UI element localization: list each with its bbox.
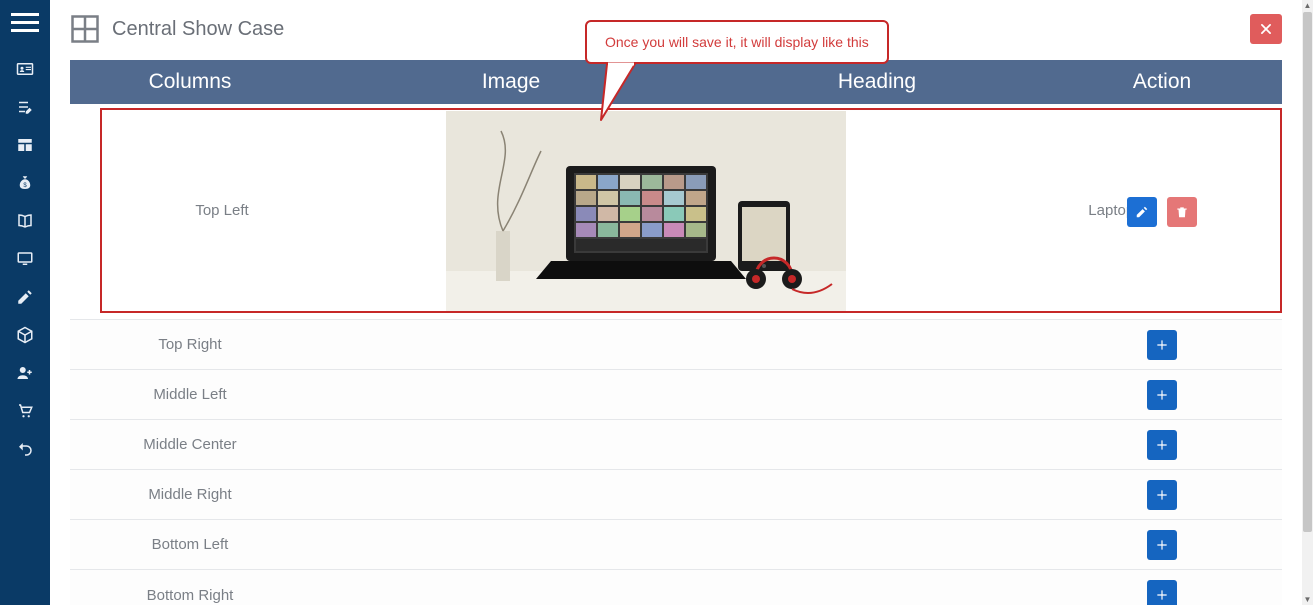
- id-card-icon[interactable]: [0, 50, 50, 88]
- cell-column: Top Left: [102, 110, 342, 311]
- delete-button[interactable]: [1167, 197, 1197, 227]
- showcase-table: Columns Image Heading Action Top Left: [70, 60, 1282, 605]
- grid-icon: [70, 14, 100, 44]
- monitor-icon[interactable]: [0, 240, 50, 278]
- add-button[interactable]: [1147, 430, 1177, 460]
- table-row: Middle Center: [70, 420, 1282, 470]
- th-columns: Columns: [70, 70, 310, 94]
- add-button[interactable]: [1147, 480, 1177, 510]
- compose-icon[interactable]: [0, 278, 50, 316]
- cell-action: [1042, 370, 1282, 419]
- table-row: Bottom Right: [70, 570, 1282, 605]
- cell-column: Bottom Left: [70, 520, 310, 569]
- cell-column: Top Right: [70, 320, 310, 369]
- table-row: Middle Right: [70, 470, 1282, 520]
- annotation-callout: Once you will save it, it will display l…: [585, 20, 889, 64]
- table-row: Top Right: [70, 320, 1282, 370]
- main-content: Central Show Case Columns Image Heading …: [50, 0, 1302, 605]
- cell-image: [310, 520, 712, 569]
- cell-action: [1042, 470, 1282, 519]
- close-button[interactable]: [1250, 14, 1282, 44]
- cell-heading: [712, 470, 1042, 519]
- th-action: Action: [1042, 70, 1282, 94]
- edit-list-icon[interactable]: [0, 88, 50, 126]
- cell-heading: [712, 570, 1042, 605]
- cell-action: [1042, 520, 1282, 569]
- page-title: Central Show Case: [112, 18, 284, 41]
- cell-column: Middle Left: [70, 370, 310, 419]
- th-heading: Heading: [712, 70, 1042, 94]
- table-body: Top Left: [70, 104, 1282, 605]
- callout-text: Once you will save it, it will display l…: [585, 20, 889, 64]
- showcase-thumbnail: [446, 111, 846, 311]
- cell-heading: [712, 320, 1042, 369]
- scroll-down-icon[interactable]: ▼: [1302, 594, 1313, 605]
- table-header: Columns Image Heading Action: [70, 60, 1282, 104]
- box-icon[interactable]: [0, 316, 50, 354]
- cell-heading: [712, 420, 1042, 469]
- cell-action: [1042, 570, 1282, 605]
- cart-icon[interactable]: [0, 392, 50, 430]
- layout-icon[interactable]: [0, 126, 50, 164]
- add-button[interactable]: [1147, 330, 1177, 360]
- money-bag-icon[interactable]: $: [0, 164, 50, 202]
- cell-column: Middle Right: [70, 470, 310, 519]
- cell-image: [310, 470, 712, 519]
- undo-icon[interactable]: [0, 430, 50, 468]
- cell-image: [310, 370, 712, 419]
- edit-button[interactable]: [1127, 197, 1157, 227]
- user-add-icon[interactable]: [0, 354, 50, 392]
- cell-column: Bottom Right: [70, 570, 310, 605]
- add-button[interactable]: [1147, 530, 1177, 560]
- scroll-thumb[interactable]: [1303, 12, 1312, 532]
- add-button[interactable]: [1147, 380, 1177, 410]
- menu-icon[interactable]: [7, 8, 43, 36]
- cell-image: [310, 320, 712, 369]
- cell-image: [310, 420, 712, 469]
- sidebar: $: [0, 0, 50, 605]
- callout-tail-icon: [595, 62, 655, 132]
- add-button[interactable]: [1147, 580, 1177, 605]
- cell-action: [1042, 420, 1282, 469]
- scrollbar[interactable]: ▲ ▼: [1302, 0, 1313, 605]
- cell-column: Middle Center: [70, 420, 310, 469]
- scroll-up-icon[interactable]: ▲: [1302, 0, 1313, 11]
- table-row: Top Left: [70, 104, 1282, 320]
- table-row: Middle Left: [70, 370, 1282, 420]
- cell-image: [342, 110, 950, 311]
- cell-action: [1042, 320, 1282, 369]
- cell-action: [1042, 104, 1282, 319]
- cell-image: [310, 570, 712, 605]
- cell-heading: [712, 370, 1042, 419]
- table-row: Bottom Left: [70, 520, 1282, 570]
- book-icon[interactable]: [0, 202, 50, 240]
- cell-heading: [712, 520, 1042, 569]
